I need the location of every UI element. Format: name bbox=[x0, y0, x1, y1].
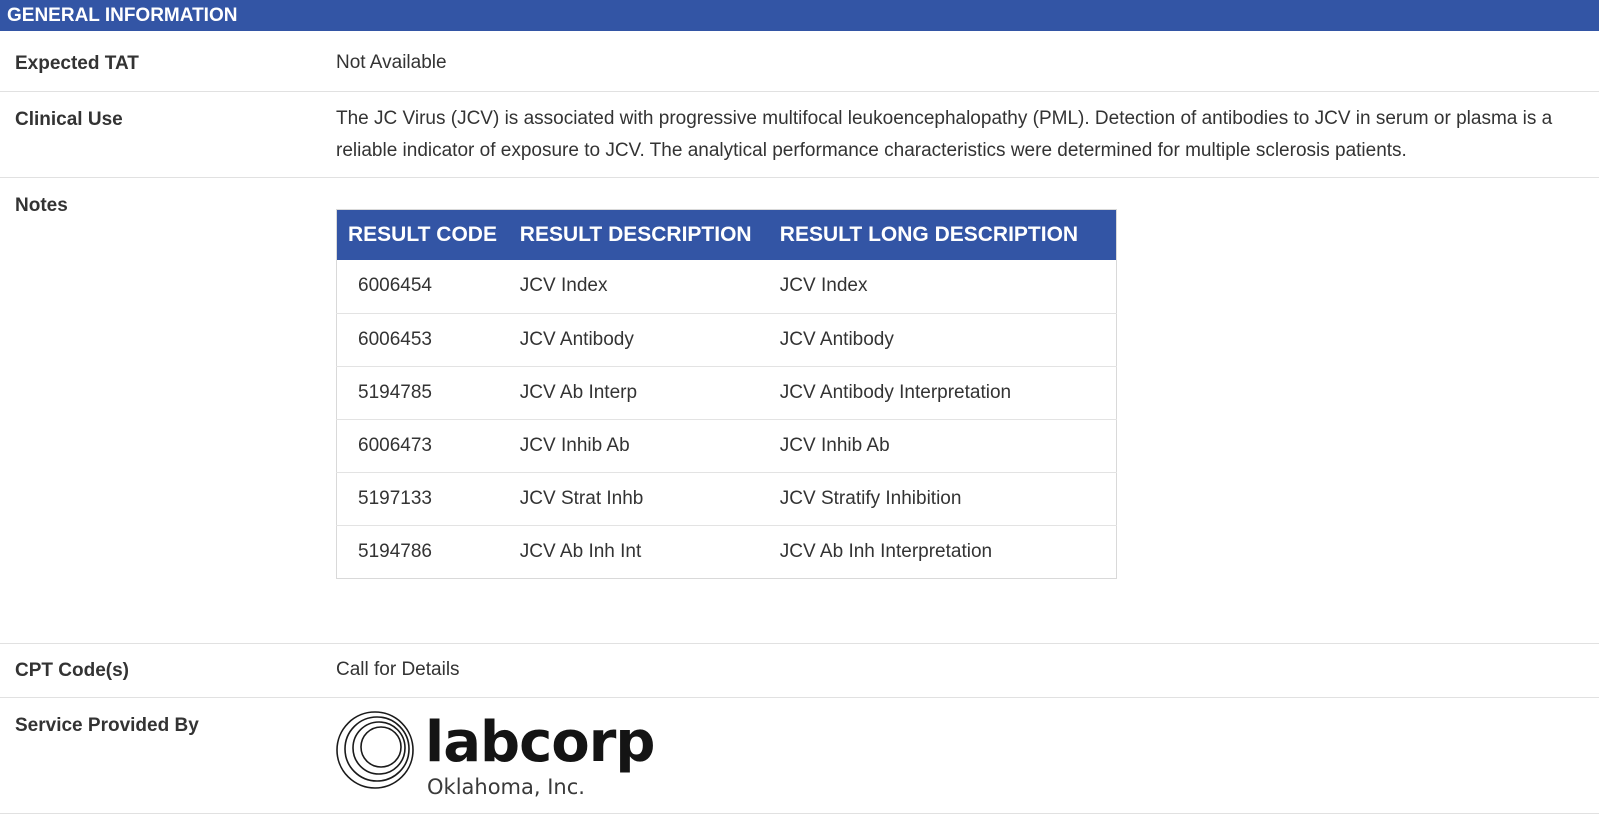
result-long-description-cell: JCV Antibody bbox=[768, 312, 1117, 366]
clinical-use-label: Clinical Use bbox=[15, 109, 123, 130]
result-description-cell: JCV Index bbox=[519, 275, 608, 297]
table-header-row: RESULT CODE RESULT DESCRIPTION RESULT LO… bbox=[336, 209, 1117, 260]
result-description-cell: JCV Ab Inh Int bbox=[508, 524, 769, 578]
service-provided-label: Service Provided By bbox=[15, 715, 199, 736]
section-title: GENERAL INFORMATION bbox=[7, 5, 238, 26]
labcorp-logo: labcorp Oklahoma, Inc. bbox=[335, 708, 655, 808]
table-row: 6006454 JCV Index JCV Index bbox=[337, 260, 1117, 313]
logo-subtitle: Oklahoma, Inc. bbox=[427, 775, 585, 799]
result-description-cell: JCV Ab Interp bbox=[508, 365, 769, 419]
expected-tat-value: Not Available bbox=[336, 52, 447, 73]
expected-tat-row: Expected TAT Not Available bbox=[0, 31, 1599, 92]
concentric-circles-logo-icon bbox=[336, 711, 414, 789]
result-description-cell: JCV Strat Inhb bbox=[508, 471, 769, 525]
notes-label: Notes bbox=[15, 195, 68, 216]
clinical-use-row: Clinical Use The JC Virus (JCV) is assoc… bbox=[0, 92, 1599, 178]
result-code-cell: 5194786 bbox=[336, 524, 509, 578]
result-description-cell: JCV Inhib Ab bbox=[508, 418, 769, 472]
logo-wordmark: labcorp bbox=[425, 710, 655, 775]
result-code-cell: 6006453 bbox=[336, 312, 509, 366]
table-row: 5194786 JCV Ab Inh Int JCV Ab Inh Interp… bbox=[336, 524, 1117, 578]
result-code-cell: 6006473 bbox=[336, 418, 509, 472]
result-codes-table: RESULT CODE RESULT DESCRIPTION RESULT LO… bbox=[336, 209, 1117, 579]
result-long-description-cell: JCV Antibody Interpretation bbox=[768, 365, 1117, 419]
cpt-codes-label: CPT Code(s) bbox=[15, 660, 129, 681]
table-row: 6006473 JCV Inhib Ab JCV Inhib Ab bbox=[336, 418, 1117, 472]
clinical-use-value: The JC Virus (JCV) is associated with pr… bbox=[336, 108, 1553, 161]
header-result-description: RESULT DESCRIPTION bbox=[508, 209, 769, 260]
result-description-cell: JCV Antibody bbox=[508, 312, 769, 366]
header-result-code: RESULT CODE bbox=[336, 209, 509, 260]
result-long-description-cell: JCV Inhib Ab bbox=[768, 418, 1117, 472]
result-code-cell: 5197133 bbox=[336, 471, 509, 525]
service-provided-row: Service Provided By bbox=[0, 698, 1599, 814]
header-result-long-description: RESULT LONG DESCRIPTION bbox=[768, 209, 1117, 260]
result-code-cell: 6006454 bbox=[358, 275, 432, 297]
section-header: GENERAL INFORMATION bbox=[0, 0, 1599, 31]
table-row: 5194785 JCV Ab Interp JCV Antibody Inter… bbox=[336, 365, 1117, 419]
result-code-cell: 5194785 bbox=[336, 365, 509, 419]
result-long-description-cell: JCV Ab Inh Interpretation bbox=[768, 524, 1117, 578]
table-row: 5197133 JCV Strat Inhb JCV Stratify Inhi… bbox=[336, 471, 1117, 525]
result-long-description-cell: JCV Index bbox=[779, 275, 868, 297]
table-row: 6006453 JCV Antibody JCV Antibody bbox=[336, 312, 1117, 366]
result-long-description-cell: JCV Stratify Inhibition bbox=[768, 471, 1117, 525]
expected-tat-label: Expected TAT bbox=[15, 53, 139, 74]
cpt-codes-value: Call for Details bbox=[336, 659, 460, 680]
cpt-codes-row: CPT Code(s) Call for Details bbox=[0, 644, 1599, 698]
